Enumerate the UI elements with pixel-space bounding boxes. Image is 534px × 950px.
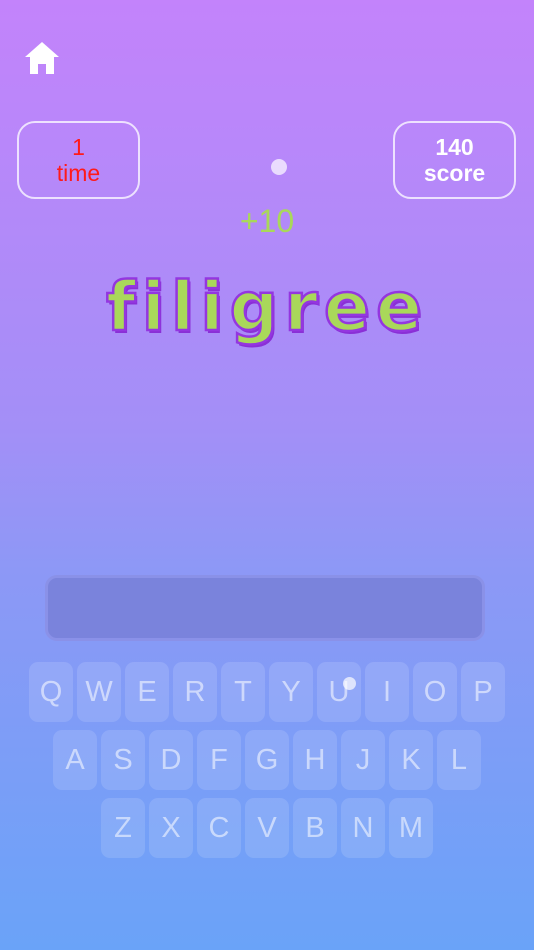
key-j[interactable]: J (341, 730, 385, 790)
key-i[interactable]: I (365, 662, 409, 722)
score-panel: 140 score (393, 121, 516, 199)
key-z[interactable]: Z (101, 798, 145, 858)
key-r[interactable]: R (173, 662, 217, 722)
letter-keyboard: QWERTYUIOP ASDFGHJKL ZXCVBNM (0, 662, 534, 866)
key-w[interactable]: W (77, 662, 121, 722)
key-v[interactable]: V (245, 798, 289, 858)
key-q[interactable]: Q (29, 662, 73, 722)
key-u[interactable]: U (317, 662, 361, 722)
key-a[interactable]: A (53, 730, 97, 790)
score-label: score (423, 160, 486, 186)
key-s[interactable]: S (101, 730, 145, 790)
key-x[interactable]: X (149, 798, 193, 858)
key-d[interactable]: D (149, 730, 193, 790)
answer-input-field[interactable] (45, 575, 485, 641)
key-y[interactable]: Y (269, 662, 313, 722)
target-word: filigree (105, 267, 428, 349)
score-value: 140 (435, 134, 474, 160)
home-button[interactable] (22, 38, 62, 78)
key-o[interactable]: O (413, 662, 457, 722)
time-panel: 1 time (17, 121, 140, 199)
key-k[interactable]: K (389, 730, 433, 790)
key-l[interactable]: L (437, 730, 481, 790)
time-value: 1 (72, 134, 85, 160)
key-t[interactable]: T (221, 662, 265, 722)
key-h[interactable]: H (293, 730, 337, 790)
keyboard-row: ASDFGHJKL (0, 730, 534, 790)
decorative-dot (271, 159, 287, 175)
bonus-points: +10 (239, 203, 295, 239)
key-p[interactable]: P (461, 662, 505, 722)
key-n[interactable]: N (341, 798, 385, 858)
key-b[interactable]: B (293, 798, 337, 858)
keyboard-row: ZXCVBNM (0, 798, 534, 858)
home-icon (25, 42, 59, 74)
time-label: time (56, 160, 101, 186)
key-g[interactable]: G (245, 730, 289, 790)
key-m[interactable]: M (389, 798, 433, 858)
key-f[interactable]: F (197, 730, 241, 790)
keyboard-row: QWERTYUIOP (0, 662, 534, 722)
key-e[interactable]: E (125, 662, 169, 722)
key-c[interactable]: C (197, 798, 241, 858)
